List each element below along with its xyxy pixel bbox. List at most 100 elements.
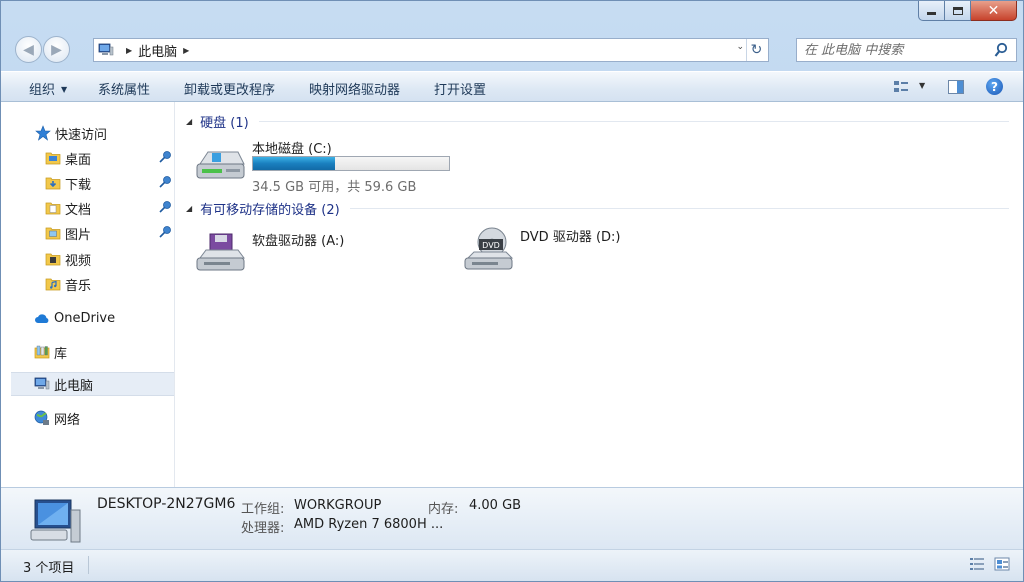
forward-button[interactable]: ▶ (43, 36, 70, 63)
preview-pane-icon[interactable] (948, 80, 964, 94)
forward-arrow-icon: ▶ (51, 41, 62, 58)
star-icon (35, 125, 51, 141)
maximize-button[interactable] (945, 1, 971, 21)
sidebar-item-label: OneDrive (54, 310, 116, 326)
memory-label: 内存: (428, 502, 459, 517)
sidebar-item-label: 视频 (65, 253, 92, 269)
breadcrumb-separator-icon[interactable]: ▶ (126, 46, 132, 55)
sidebar-item-label: 文档 (65, 202, 92, 218)
videos-folder-icon (45, 253, 61, 266)
command-bar: 组织 ▼ 系统属性 卸载或更改程序 映射网络驱动器 打开设置 ▼ ? (1, 71, 1023, 102)
address-history-dropdown-icon[interactable]: ⌄ (736, 42, 744, 52)
sidebar-item-desktop[interactable]: 桌面 (1, 146, 173, 170)
sidebar-item-network[interactable]: 网络 (1, 406, 173, 430)
group-title: 有可移动存储的设备 (2) (200, 202, 340, 218)
sidebar-item-label: 图片 (65, 227, 92, 243)
system-properties-button[interactable]: 系统属性 (98, 79, 150, 98)
computer-icon (30, 499, 81, 543)
status-divider (88, 556, 89, 574)
sidebar-item-this-pc[interactable]: 此电脑 (11, 372, 174, 396)
refresh-button[interactable]: ↻ (746, 39, 766, 61)
network-globe-icon (34, 410, 49, 425)
sidebar-item-label: 桌面 (65, 152, 92, 168)
group-header-removable[interactable]: ◢ 有可移动存储的设备 (2) (186, 198, 1009, 218)
large-icons-view-icon[interactable] (994, 557, 1010, 571)
change-view-icon[interactable] (893, 79, 909, 95)
drive-free-space: 34.5 GB 可用，共 59.6 GB (252, 180, 417, 195)
sidebar-item-onedrive[interactable]: OneDrive (1, 306, 173, 330)
processor-label: 处理器: (241, 521, 285, 536)
sidebar-item-quick-access[interactable]: 快速访问 (1, 121, 173, 145)
breadcrumb-expand-icon[interactable]: ▶ (183, 46, 189, 55)
nav-buttons: ◀ ▶ (11, 34, 75, 64)
pictures-folder-icon (45, 227, 61, 240)
drive-item-d[interactable]: DVD DVD 驱动器 (D:) (462, 226, 702, 276)
organize-label: 组织 (29, 83, 56, 98)
workgroup-label: 工作组: (241, 502, 285, 517)
dvd-drive-icon: DVD (464, 227, 514, 270)
search-box[interactable] (796, 38, 1017, 62)
sidebar-item-music[interactable]: 音乐 (1, 272, 173, 296)
floppy-drive-icon (196, 233, 245, 271)
computer-name: DESKTOP-2N27GM6 (97, 496, 236, 512)
group-title: 硬盘 (1) (200, 115, 249, 131)
navigation-bar: ◀ ▶ ▶ 此电脑 ▶ ⌄ ↻ (9, 34, 1017, 64)
address-bar[interactable]: ▶ 此电脑 ▶ ⌄ ↻ (93, 38, 769, 62)
chevron-down-icon: ▼ (61, 85, 68, 94)
status-bar: 3 个项目 (1, 549, 1023, 581)
dvd-badge: DVD (482, 241, 500, 250)
map-network-drive-button[interactable]: 映射网络驱动器 (309, 79, 400, 98)
search-input[interactable] (804, 42, 984, 58)
drive-name: DVD 驱动器 (D:) (520, 230, 621, 245)
group-divider (258, 120, 1009, 122)
minimize-button[interactable] (918, 1, 945, 21)
sidebar-item-documents[interactable]: 文档 (1, 196, 173, 220)
help-icon[interactable]: ? (986, 78, 1003, 95)
organize-menu[interactable]: 组织 ▼ (29, 79, 67, 98)
sidebar-item-videos[interactable]: 视频 (1, 247, 173, 271)
desktop-folder-icon (45, 152, 61, 165)
sidebar-item-libraries[interactable]: 库 (1, 340, 173, 364)
documents-folder-icon (45, 202, 61, 215)
back-button[interactable]: ◀ (15, 36, 42, 63)
pin-icon[interactable] (158, 200, 172, 214)
pin-icon[interactable] (158, 225, 172, 239)
details-view-icon[interactable] (969, 557, 985, 571)
content-area: 快速访问 桌面 下载 文档 图片 视频 音乐 OneDrive 库 此电脑 网络… (1, 102, 1023, 487)
sidebar-item-label: 音乐 (65, 278, 92, 294)
collapse-triangle-icon: ◢ (186, 116, 193, 126)
pin-icon[interactable] (158, 175, 172, 189)
open-settings-button[interactable]: 打开设置 (434, 79, 486, 98)
view-options-dropdown-icon[interactable]: ▼ (919, 81, 925, 90)
computer-icon (98, 43, 114, 56)
caption-buttons: ✕ (918, 1, 1017, 22)
music-folder-icon (45, 278, 61, 291)
details-pane: DESKTOP-2N27GM6 工作组: WORKGROUP 内存: 4.00 … (1, 487, 1023, 549)
workgroup-value: WORKGROUP (294, 498, 382, 513)
search-icon[interactable] (994, 42, 1008, 58)
item-count: 3 个项目 (23, 561, 75, 576)
capacity-bar-fill (253, 157, 336, 170)
file-list-pane[interactable]: ◢ 硬盘 (1) 本地磁盘 (C:) 34.5 GB 可用，共 59.6 GB … (176, 102, 1023, 487)
drive-item-c[interactable]: 本地磁盘 (C:) 34.5 GB 可用，共 59.6 GB (194, 138, 454, 195)
sidebar-item-label: 网络 (54, 412, 81, 428)
library-icon (34, 345, 50, 359)
hard-disk-icon (196, 151, 245, 179)
computer-icon (34, 377, 50, 390)
back-arrow-icon: ◀ (23, 41, 34, 58)
sidebar-item-label: 快速访问 (55, 127, 108, 143)
sidebar-item-pictures[interactable]: 图片 (1, 221, 173, 245)
sidebar-item-downloads[interactable]: 下载 (1, 171, 173, 195)
minimize-icon (927, 12, 936, 15)
uninstall-program-button[interactable]: 卸载或更改程序 (184, 79, 275, 98)
navigation-pane[interactable]: 快速访问 桌面 下载 文档 图片 视频 音乐 OneDrive 库 此电脑 网络 (1, 102, 175, 487)
close-button[interactable]: ✕ (971, 1, 1017, 21)
breadcrumb-this-pc[interactable]: 此电脑 (138, 41, 177, 60)
sidebar-item-label: 下载 (65, 177, 92, 193)
sidebar-item-label: 此电脑 (54, 378, 94, 394)
drive-name: 软盘驱动器 (A:) (252, 234, 345, 249)
pin-icon[interactable] (158, 150, 172, 164)
drive-item-a[interactable]: 软盘驱动器 (A:) (194, 230, 434, 276)
memory-value: 4.00 GB (469, 498, 522, 513)
group-header-hard-disks[interactable]: ◢ 硬盘 (1) (186, 111, 1009, 131)
